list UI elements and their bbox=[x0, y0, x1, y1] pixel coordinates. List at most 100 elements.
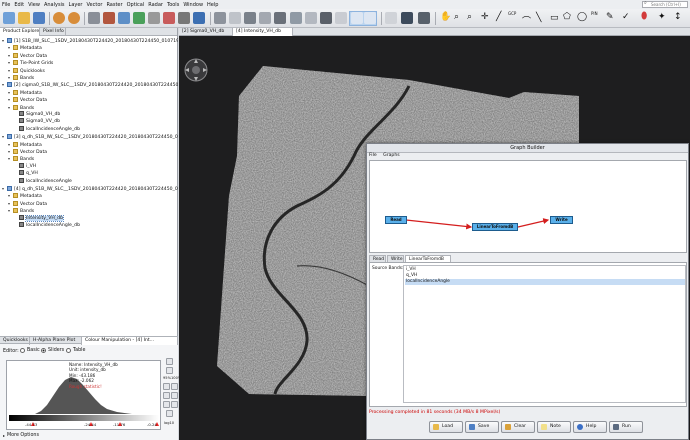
tree-band-node[interactable]: localIncidenceAngle bbox=[14, 177, 178, 185]
zoom-in-h-icon[interactable] bbox=[171, 383, 178, 390]
tree-folder-node[interactable]: ▾ Metadata bbox=[8, 141, 178, 148]
tree-band-node[interactable]: i_VH bbox=[14, 162, 178, 170]
tab-intensity-vh-db[interactable]: [4] Intensity_VH_db bbox=[233, 28, 293, 36]
clear-button[interactable]: Clear bbox=[501, 421, 535, 433]
gb-menu-graphs[interactable]: Graphs bbox=[383, 153, 399, 158]
menu-layer[interactable]: Layer bbox=[69, 2, 83, 8]
graph-canvas[interactable]: Read LinearToFromdB Write bbox=[369, 160, 687, 253]
insert-placemark-icon[interactable]: ✓ bbox=[622, 12, 630, 22]
batch-processing-icon[interactable] bbox=[118, 12, 130, 24]
tree-product-node[interactable]: ▾ [3] q_dh_S1B_IW_SLC__1SDV_20180430T2244… bbox=[2, 133, 178, 140]
run-button[interactable]: Run bbox=[609, 421, 643, 433]
more-options-toggle[interactable]: ▸ More Options bbox=[3, 433, 39, 438]
zoom-vertical-label[interactable]: 95% bbox=[163, 376, 171, 380]
profile-plot-icon[interactable] bbox=[244, 12, 256, 24]
redo-icon[interactable] bbox=[68, 12, 80, 24]
tree-folder-node[interactable]: ▾ Metadata bbox=[8, 44, 178, 51]
source-band-item-selected[interactable]: localIncidenceAngle bbox=[405, 279, 685, 285]
save-button[interactable]: Save bbox=[465, 421, 499, 433]
world-map-icon[interactable] bbox=[290, 12, 302, 24]
note-button[interactable]: Note bbox=[537, 421, 571, 433]
slider-value-1[interactable]: -44.73 bbox=[25, 422, 37, 427]
pin-tool-label[interactable]: PIN bbox=[591, 11, 598, 16]
tree-product-node[interactable]: ▾ [4] q_dh_S1B_IW_SLC__1SDV_20180430T2244… bbox=[2, 185, 178, 192]
tree-product-node[interactable]: ▾ [1] S1B_IW_SLC__1SDV_20180430T224420_20… bbox=[2, 37, 178, 44]
menu-tools[interactable]: Tools bbox=[167, 2, 179, 8]
product-library-icon[interactable] bbox=[88, 12, 100, 24]
graph-builder-icon[interactable] bbox=[103, 12, 115, 24]
info-icon[interactable] bbox=[178, 12, 190, 24]
navigation-compass-icon[interactable] bbox=[184, 58, 208, 82]
gcp-tool-label[interactable]: GCP bbox=[508, 11, 516, 16]
save-product-icon[interactable] bbox=[33, 12, 45, 24]
source-bands-list[interactable]: i_VH q_VH localIncidenceAngle bbox=[403, 265, 686, 403]
gcp-placemark-icon[interactable]: ✦ bbox=[658, 12, 666, 22]
tree-folder-node[interactable]: ▾ Vector Data bbox=[8, 96, 178, 103]
help-button[interactable]: Help bbox=[573, 421, 607, 433]
tree-product-node[interactable]: ▾ [2] cigma0_S1B_IW_SLC__1SDV_20180430T22… bbox=[2, 81, 178, 88]
select-tool-icon[interactable] bbox=[351, 12, 363, 24]
zoom-out-tool-icon[interactable]: ⌕ bbox=[467, 12, 472, 22]
spectrum-icon[interactable] bbox=[259, 12, 271, 24]
gb-menu-file[interactable]: File bbox=[369, 153, 377, 158]
tree-folder-node[interactable]: ▾ Bands bbox=[8, 207, 178, 214]
tree-folder-node[interactable]: ▾ Bands bbox=[8, 155, 178, 162]
ruler-icon[interactable]: ✎ bbox=[606, 12, 614, 22]
tab-quicklooks[interactable]: Quicklooks bbox=[0, 337, 30, 345]
tree-band-node[interactable]: Intensity_VH_db bbox=[14, 214, 178, 222]
editor-option-sliders[interactable]: Sliders bbox=[41, 348, 64, 353]
tab-linear-to-from-db[interactable]: LinearToFromdB bbox=[405, 255, 451, 262]
menu-file[interactable]: File bbox=[2, 2, 10, 8]
menu-analysis[interactable]: Analysis bbox=[44, 2, 65, 8]
menu-view[interactable]: View bbox=[28, 2, 40, 8]
range-finder-icon[interactable] bbox=[418, 12, 430, 24]
tree-folder-node[interactable]: ▾ Metadata bbox=[8, 192, 178, 199]
manage-icon[interactable] bbox=[335, 12, 347, 24]
tab-colour-manipulation[interactable]: Colour Manipulation - [4] Int... bbox=[82, 337, 178, 345]
tree-band-node[interactable]: Sigma0_VV_db bbox=[14, 118, 178, 125]
node-write[interactable]: Write bbox=[550, 216, 573, 224]
histogram-view[interactable]: Name: Intensity_VH_db Unit: intensity_db… bbox=[6, 360, 161, 430]
draw-line-tool-icon[interactable]: ╲ bbox=[536, 13, 541, 23]
tree-folder-node[interactable]: ▾ Metadata bbox=[8, 89, 178, 96]
tree-folder-node[interactable]: ▾ Vector Data bbox=[8, 200, 178, 207]
layer-icon[interactable] bbox=[163, 12, 175, 24]
slider-value-2[interactable]: -24.44 bbox=[84, 422, 96, 427]
tree-band-node[interactable]: localIncidenceAngle_db bbox=[14, 125, 178, 133]
zoom-out-h-icon[interactable] bbox=[171, 392, 178, 399]
menu-vector[interactable]: Vector bbox=[87, 2, 103, 8]
statistics-icon[interactable] bbox=[193, 12, 205, 24]
slider-value-3[interactable]: -11.76 bbox=[113, 422, 125, 427]
draw-polyline-icon[interactable]: ⌒ bbox=[522, 14, 531, 27]
pan-tool-icon[interactable]: ✋ bbox=[440, 12, 451, 22]
draw-ellipse-icon[interactable]: ◯ bbox=[577, 12, 587, 22]
tree-folder-node[interactable]: ▾ Bands bbox=[8, 104, 178, 111]
load-button[interactable]: Load bbox=[429, 421, 463, 433]
tree-folder-node[interactable]: ▾ Quicklooks bbox=[8, 67, 178, 74]
tree-folder-node[interactable]: ▾ Vector Data bbox=[8, 148, 178, 155]
menu-raster[interactable]: Raster bbox=[106, 2, 122, 8]
tree-folder-node[interactable]: ▾ Tie-Point Grids bbox=[8, 59, 178, 66]
tab-write[interactable]: Write bbox=[387, 255, 404, 262]
tree-band-node[interactable]: Sigma0_VH_db bbox=[14, 111, 178, 118]
navigation-icon[interactable] bbox=[385, 12, 397, 24]
pixel-info-tool-icon[interactable]: ✛ bbox=[481, 12, 489, 22]
time-series-icon[interactable] bbox=[274, 12, 286, 24]
information-icon[interactable] bbox=[166, 410, 173, 417]
menu-help[interactable]: Help bbox=[207, 2, 218, 8]
editor-option-table[interactable]: Table bbox=[66, 348, 85, 353]
tree-folder-node[interactable]: ▾ Vector Data bbox=[8, 52, 178, 59]
menu-edit[interactable]: Edit bbox=[14, 2, 24, 8]
scatter-plot-icon[interactable] bbox=[229, 12, 241, 24]
slider-value-4[interactable]: -0.24 bbox=[147, 422, 157, 427]
draw-line-icon[interactable]: ╱ bbox=[496, 12, 501, 22]
magic-wand-icon[interactable] bbox=[401, 12, 413, 24]
tab-product-explorer[interactable]: Product Explorer bbox=[0, 28, 40, 36]
tree-folder-node[interactable]: ▾ Bands bbox=[8, 74, 178, 81]
zoom-all-h-icon[interactable] bbox=[171, 401, 178, 408]
log-scale-label[interactable]: log10 bbox=[164, 421, 174, 425]
band-maths-icon[interactable] bbox=[133, 12, 145, 24]
graph-builder-title-bar[interactable]: Graph Builder bbox=[367, 144, 688, 153]
import-icon[interactable] bbox=[166, 367, 173, 374]
draw-rectangle-icon[interactable]: ▭ bbox=[550, 13, 559, 23]
